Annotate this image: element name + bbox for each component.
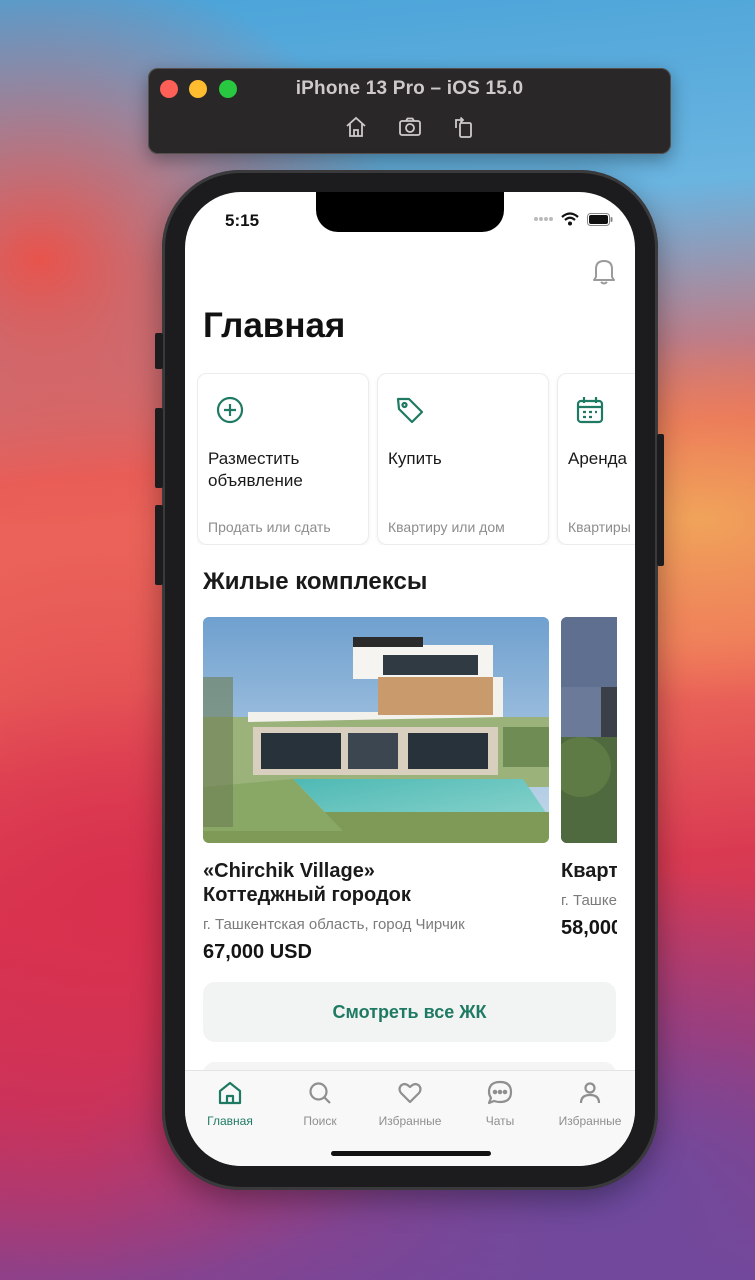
home-icon[interactable] [343, 114, 369, 140]
tab-label: Избранные [378, 1114, 442, 1128]
complex-address: г. Ташкентская область, город Чирчик [203, 916, 465, 933]
tab-chats[interactable]: Чаты [455, 1079, 545, 1128]
action-card-subtitle: Продать или сдать [208, 519, 331, 535]
home-icon [218, 1081, 242, 1105]
bell-icon[interactable] [590, 256, 618, 286]
tab-favorites[interactable]: Избранные [365, 1079, 455, 1128]
complex-name: Квартиры [561, 860, 617, 882]
home-indicator [331, 1151, 491, 1156]
action-card-subtitle: Квартиру или дом [388, 519, 505, 535]
wifi-icon [561, 212, 579, 226]
tab-profile[interactable]: Избранные [545, 1079, 635, 1128]
mute-switch [155, 333, 163, 369]
page-title: Главная [203, 306, 346, 345]
complex-address: г. Ташкент [561, 892, 617, 909]
plus-circle-icon [216, 396, 244, 424]
tab-bar: Главная Поиск Избранные Чаты Избранные [185, 1070, 635, 1166]
action-card-title: Аренда [568, 449, 628, 468]
action-card-title: Купить [388, 449, 442, 468]
volume-down-button [155, 505, 163, 585]
heart-icon [398, 1082, 422, 1104]
view-all-complexes-button[interactable]: Смотреть все ЖК [203, 982, 616, 1042]
volume-up-button [155, 408, 163, 488]
chat-icon [487, 1080, 513, 1105]
search-icon [309, 1082, 331, 1104]
action-card-buy[interactable]: Купить Квартиру или дом [377, 373, 549, 545]
complexes-carousel: «Chirchik Village» Коттеджный городок г.… [203, 617, 617, 967]
simulator-title: iPhone 13 Pro – iOS 15.0 [295, 78, 524, 99]
screenshot-icon[interactable] [397, 114, 423, 140]
tab-label: Поиск [303, 1114, 337, 1128]
quick-actions: Разместить объявление Продать или сдать … [197, 373, 635, 545]
tab-search[interactable]: Поиск [275, 1079, 365, 1128]
action-card-title: Разместить объявление [208, 449, 303, 490]
complex-photo [203, 617, 549, 843]
notch [316, 192, 504, 232]
simulator-toolbar: iPhone 13 Pro – iOS 15.0 [148, 68, 671, 154]
power-button [657, 434, 664, 566]
calendar-icon [576, 397, 604, 424]
status-icons [533, 212, 613, 226]
action-card-post-ad[interactable]: Разместить объявление Продать или сдать [197, 373, 369, 545]
complex-card[interactable]: «Chirchik Village» Коттеджный городок г.… [203, 617, 549, 964]
battery-icon [587, 212, 613, 226]
section-title: Жилые комплексы [203, 568, 428, 595]
complex-card[interactable]: Квартиры г. Ташкент 58,000 USD [561, 617, 617, 964]
tab-label: Главная [207, 1114, 253, 1128]
tab-label: Чаты [485, 1114, 515, 1128]
complex-price: 67,000 USD [203, 941, 312, 963]
action-card-rent[interactable]: Аренда Квартиры [557, 373, 635, 545]
tab-home[interactable]: Главная [185, 1079, 275, 1128]
app-screen: 5:15 Главная Разместить объявление Прода… [185, 192, 635, 1166]
complex-photo [561, 617, 617, 843]
user-icon [579, 1082, 601, 1104]
rotate-icon[interactable] [451, 114, 477, 140]
tab-label: Избранные [558, 1114, 622, 1128]
status-time: 5:15 [225, 211, 260, 230]
complex-price: 58,000 USD [561, 917, 617, 939]
cellular-signal-icon [534, 217, 553, 221]
complex-name: «Chirchik Village» Коттеджный городок [203, 860, 411, 906]
tag-icon [396, 397, 424, 424]
action-card-subtitle: Квартиры [568, 519, 631, 535]
